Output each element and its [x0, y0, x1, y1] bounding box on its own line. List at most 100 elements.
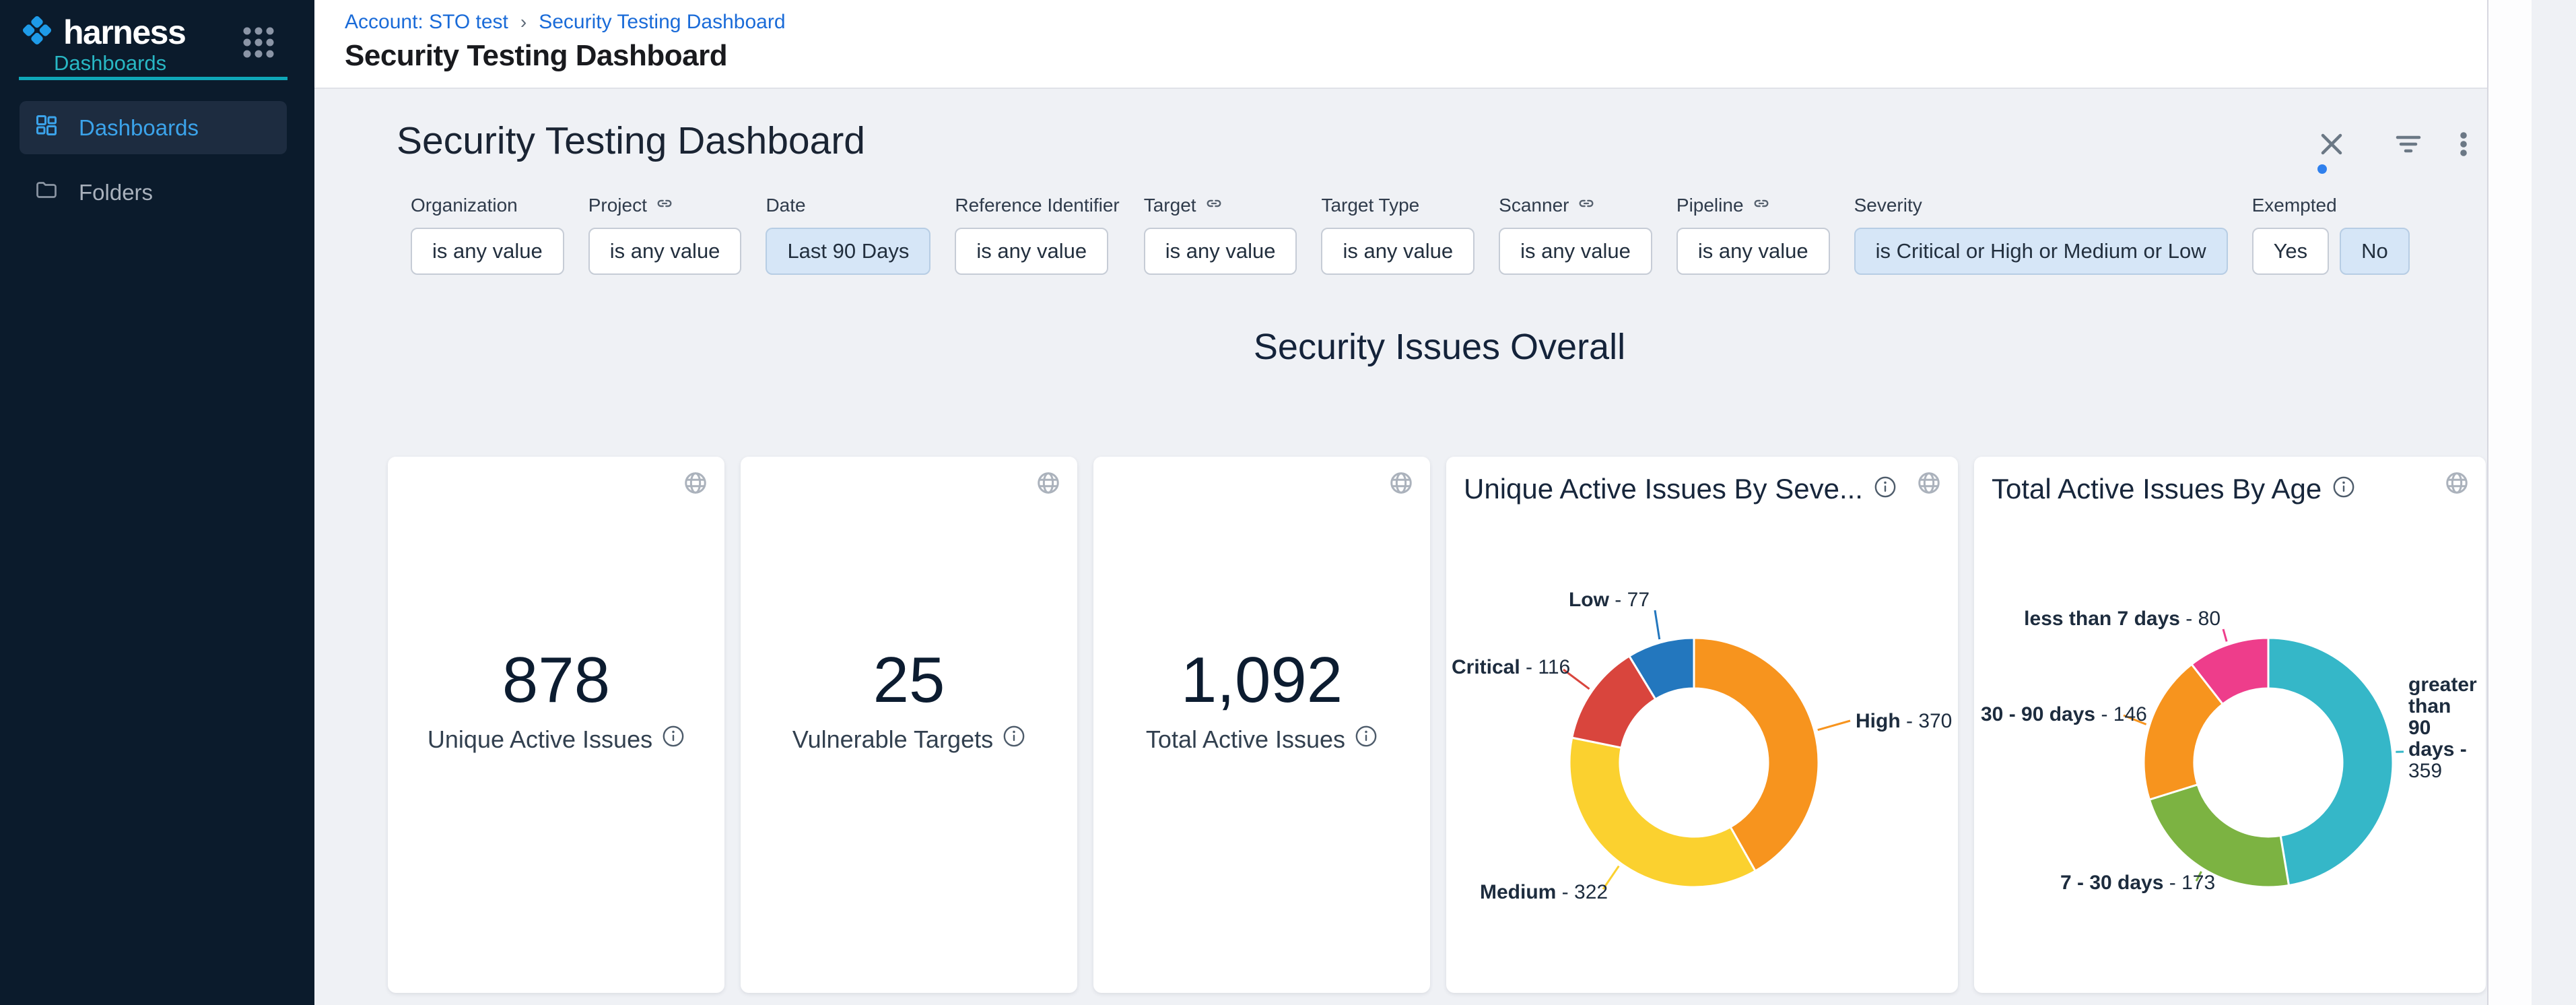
globe-icon — [2444, 470, 2470, 499]
sidebar-item-label: Dashboards — [79, 115, 199, 141]
filter-group-target: Target is any value — [1144, 194, 1297, 275]
info-icon[interactable] — [1355, 725, 1378, 754]
donut-slice-label: Medium - 322 — [1480, 881, 1608, 903]
globe-icon — [683, 470, 708, 499]
breadcrumb-link[interactable]: Security Testing Dashboard — [539, 11, 785, 34]
filter-group-exempted: Exempted YesNo — [2252, 194, 2410, 275]
filter-group-pipeline: Pipeline is any value — [1676, 194, 1830, 275]
donut-chart[interactable]: High - 370 Medium - 322 Critical - 116 Low … — [1446, 517, 1958, 982]
link-icon — [1577, 194, 1596, 218]
app-grid-icon[interactable] — [240, 24, 277, 64]
filter-label: Organization — [411, 195, 518, 216]
filter-icon[interactable] — [2392, 128, 2425, 160]
sidebar-item-dashboards[interactable]: Dashboards — [20, 101, 287, 154]
donut-slice-medium[interactable] — [1569, 738, 1755, 887]
sidebar-nav: Dashboards Folders — [20, 101, 287, 230]
stat-label: Unique Active Issues — [428, 725, 652, 754]
filter-label: Date — [766, 195, 805, 216]
label-connector — [2223, 629, 2227, 641]
globe-icon — [1388, 470, 1414, 499]
dashboard-title: Security Testing Dashboard — [397, 119, 865, 163]
breadcrumb: Account: STO test › Security Testing Dashb… — [345, 11, 786, 34]
filter-group-project: Project is any value — [588, 194, 742, 275]
globe-icon — [1036, 470, 1061, 499]
filter-value-button[interactable]: is any value — [955, 228, 1108, 275]
filter-value-button[interactable]: is any value — [1321, 228, 1475, 275]
filter-group-severity: Severity is Critical or High or Medium or… — [1854, 194, 2228, 275]
link-icon — [1752, 194, 1771, 218]
page-title: Security Testing Dashboard — [345, 39, 727, 73]
stat-card-vulnerable-targets: 25 Vulnerable Targets — [741, 457, 1077, 993]
filter-label: Reference Identifier — [955, 195, 1119, 216]
stat-value: 878 — [388, 647, 724, 714]
globe-icon — [1916, 470, 1942, 499]
filter-label: Pipeline — [1676, 195, 1744, 216]
sidebar-item-folders[interactable]: Folders — [20, 166, 287, 219]
donut-slice-label: less than 7 days - 80 — [2024, 608, 2221, 630]
dashboard-content: Security Testing Dashboard Organization i… — [314, 89, 2532, 1005]
breadcrumb-separator: › — [519, 11, 528, 33]
label-connector — [1655, 610, 1660, 639]
donut-slice-label: 30 - 90 days - 146 — [1981, 703, 2147, 725]
chart-card-2: Total Active Issues By Age greaterthan90d… — [1974, 457, 2486, 993]
filter-label: Project — [588, 195, 647, 216]
filter-value-button[interactable]: is any value — [1499, 228, 1652, 275]
brand-name: harness — [63, 13, 185, 52]
filter-group-date: Date Last 90 Days — [766, 194, 930, 275]
module-label: Dashboards — [54, 51, 166, 75]
filter-group-organization: Organization is any value — [411, 194, 564, 275]
module-divider — [19, 77, 287, 80]
filter-group-target-type: Target Type is any value — [1321, 194, 1475, 275]
filter-group-scanner: Scanner is any value — [1499, 194, 1652, 275]
kebab-menu-icon[interactable] — [2447, 128, 2480, 160]
filter-label: Severity — [1854, 195, 1922, 216]
stat-card-unique-active-issues: 878 Unique Active Issues — [388, 457, 724, 993]
vertical-scrollbar[interactable] — [2487, 0, 2532, 1005]
harness-logo[interactable]: harness — [18, 11, 185, 53]
donut-slice-label: Low - 77 — [1569, 589, 1650, 611]
section-title: Security Issues Overall — [388, 326, 2491, 368]
cards-row: 878 Unique Active Issues 25 Vulnerable Targ… — [388, 457, 2486, 993]
donut-slice-label: 7 - 30 days - 173 — [2060, 872, 2215, 894]
chart-title: Unique Active Issues By Seve... — [1464, 473, 1863, 505]
info-icon[interactable] — [1874, 473, 1897, 505]
filter-option-no[interactable]: No — [2340, 228, 2410, 275]
filter-label: Target — [1144, 195, 1196, 216]
filter-value-button[interactable]: is any value — [1676, 228, 1830, 275]
info-icon[interactable] — [1003, 725, 1025, 754]
filter-value-button[interactable]: is Critical or High or Medium or Low — [1854, 228, 2228, 275]
label-connector — [1818, 721, 1850, 730]
sidebar-item-label: Folders — [79, 180, 153, 205]
stat-card-total-active-issues: 1,092 Total Active Issues — [1093, 457, 1430, 993]
link-icon — [1205, 194, 1223, 218]
info-icon[interactable] — [2332, 473, 2355, 505]
stat-value: 25 — [741, 647, 1077, 714]
cursor-dot — [2317, 164, 2327, 174]
donut-slice-greater-than-90-days[interactable] — [2268, 638, 2393, 885]
filter-label: Target Type — [1321, 195, 1419, 216]
filter-option-yes[interactable]: Yes — [2252, 228, 2330, 275]
filter-value-button[interactable]: is any value — [411, 228, 564, 275]
filter-value-button[interactable]: is any value — [588, 228, 742, 275]
info-icon[interactable] — [662, 725, 685, 754]
stat-value: 1,092 — [1093, 647, 1430, 714]
main-area: Account: STO test › Security Testing Dashb… — [314, 0, 2532, 1005]
sidebar: harness Dashboards Dashboards Folders — [0, 0, 314, 1005]
stat-label: Vulnerable Targets — [792, 725, 993, 754]
filter-label: Exempted — [2252, 195, 2337, 216]
topbar: Account: STO test › Security Testing Dashb… — [314, 0, 2532, 89]
filter-label: Scanner — [1499, 195, 1569, 216]
donut-slice-label: Critical - 116 — [1452, 656, 1570, 678]
filter-value-button[interactable]: Last 90 Days — [766, 228, 930, 275]
donut-slice-label: greaterthan90days -359 — [2408, 674, 2477, 782]
harness-logo-icon — [18, 11, 57, 53]
chart-title: Total Active Issues By Age — [1992, 473, 2321, 505]
breadcrumb-link[interactable]: Account: STO test — [345, 11, 508, 34]
donut-slice-label: High - 370 — [1856, 710, 1952, 732]
dashboard-icon — [34, 113, 59, 143]
link-icon — [655, 194, 674, 218]
close-icon[interactable] — [2315, 128, 2348, 160]
donut-chart[interactable]: greaterthan90days -359 7 - 30 days - 173 3… — [1974, 517, 2486, 982]
filter-value-button[interactable]: is any value — [1144, 228, 1297, 275]
stat-label: Total Active Issues — [1146, 725, 1345, 754]
